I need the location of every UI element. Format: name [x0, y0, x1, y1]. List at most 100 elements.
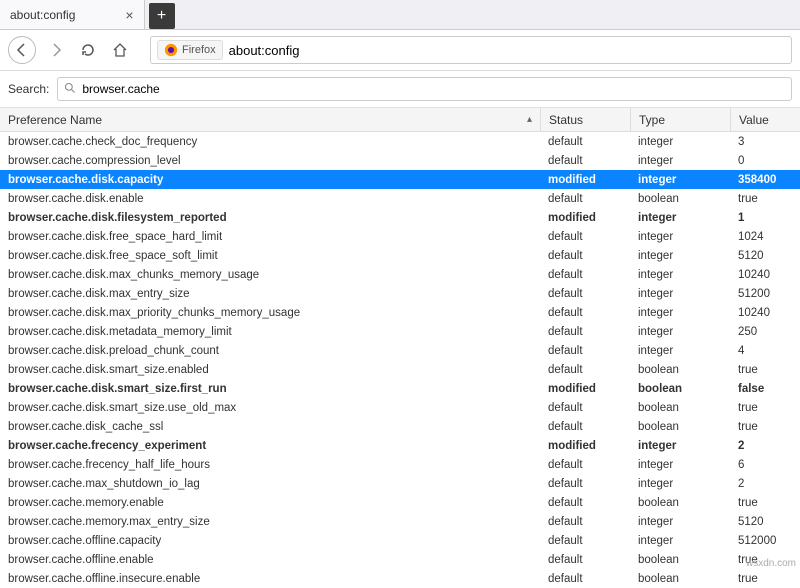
home-button[interactable]	[108, 38, 132, 62]
table-row[interactable]: browser.cache.disk.smart_size.use_old_ma…	[0, 398, 800, 417]
pref-status: default	[540, 193, 630, 205]
pref-value: false	[730, 383, 800, 395]
reload-button[interactable]	[76, 38, 100, 62]
pref-name: browser.cache.disk.max_chunks_memory_usa…	[0, 269, 540, 281]
table-row[interactable]: browser.cache.disk.max_chunks_memory_usa…	[0, 265, 800, 284]
table-row[interactable]: browser.cache.disk.smart_size.enableddef…	[0, 360, 800, 379]
pref-status: default	[540, 231, 630, 243]
url-input[interactable]	[229, 43, 785, 58]
table-row[interactable]: browser.cache.disk.capacitymodifiedinteg…	[0, 170, 800, 189]
table-row[interactable]: browser.cache.disk.smart_size.first_runm…	[0, 379, 800, 398]
pref-status: modified	[540, 174, 630, 186]
table-row[interactable]: browser.cache.disk.metadata_memory_limit…	[0, 322, 800, 341]
pref-value: true	[730, 421, 800, 433]
pref-value: true	[730, 402, 800, 414]
table-row[interactable]: browser.cache.disk.preload_chunk_countde…	[0, 341, 800, 360]
table-row[interactable]: browser.cache.disk.max_entry_sizedefault…	[0, 284, 800, 303]
pref-name: browser.cache.disk_cache_ssl	[0, 421, 540, 433]
pref-value: 5120	[730, 516, 800, 528]
table-row[interactable]: browser.cache.check_doc_frequencydefault…	[0, 132, 800, 151]
pref-name: browser.cache.disk.free_space_hard_limit	[0, 231, 540, 243]
pref-status: default	[540, 307, 630, 319]
pref-status: modified	[540, 383, 630, 395]
pref-value: 1	[730, 212, 800, 224]
table-row[interactable]: browser.cache.disk.free_space_hard_limit…	[0, 227, 800, 246]
pref-name: browser.cache.disk.free_space_soft_limit	[0, 250, 540, 262]
pref-name: browser.cache.frecency_experiment	[0, 440, 540, 452]
pref-type: boolean	[630, 497, 730, 509]
pref-value: 2	[730, 478, 800, 490]
pref-name: browser.cache.frecency_half_life_hours	[0, 459, 540, 471]
pref-status: default	[540, 402, 630, 414]
pref-value: 5120	[730, 250, 800, 262]
pref-status: default	[540, 554, 630, 566]
pref-status: default	[540, 535, 630, 547]
search-label: Search:	[8, 82, 49, 96]
table-row[interactable]: browser.cache.offline.insecure.enabledef…	[0, 569, 800, 588]
browser-tab[interactable]: about:config ×	[0, 0, 145, 29]
new-tab-area: +	[145, 0, 175, 29]
home-icon	[112, 42, 128, 58]
column-header-type[interactable]: Type	[630, 108, 730, 131]
table-row[interactable]: browser.cache.disk.filesystem_reportedmo…	[0, 208, 800, 227]
pref-type: integer	[630, 478, 730, 490]
pref-value: 6	[730, 459, 800, 471]
pref-name: browser.cache.disk.max_entry_size	[0, 288, 540, 300]
table-row[interactable]: browser.cache.memory.max_entry_sizedefau…	[0, 512, 800, 531]
pref-name: browser.cache.disk.enable	[0, 193, 540, 205]
pref-name: browser.cache.offline.capacity	[0, 535, 540, 547]
pref-status: default	[540, 459, 630, 471]
pref-status: default	[540, 326, 630, 338]
new-tab-button[interactable]: +	[149, 3, 175, 29]
search-box[interactable]	[57, 77, 792, 101]
close-icon[interactable]: ×	[125, 7, 133, 23]
pref-name: browser.cache.check_doc_frequency	[0, 136, 540, 148]
pref-type: integer	[630, 136, 730, 148]
pref-value: 51200	[730, 288, 800, 300]
pref-value: 1024	[730, 231, 800, 243]
pref-name: browser.cache.disk.metadata_memory_limit	[0, 326, 540, 338]
pref-type: integer	[630, 250, 730, 262]
table-row[interactable]: browser.cache.memory.enabledefaultboolea…	[0, 493, 800, 512]
pref-name: browser.cache.disk.capacity	[0, 174, 540, 186]
table-row[interactable]: browser.cache.compression_leveldefaultin…	[0, 151, 800, 170]
pref-value: true	[730, 364, 800, 376]
pref-status: modified	[540, 212, 630, 224]
pref-value: 0	[730, 155, 800, 167]
column-header-status[interactable]: Status	[540, 108, 630, 131]
back-button[interactable]	[8, 36, 36, 64]
identity-badge[interactable]: Firefox	[157, 40, 223, 60]
pref-type: integer	[630, 535, 730, 547]
pref-status: default	[540, 288, 630, 300]
table-row[interactable]: browser.cache.frecency_experimentmodifie…	[0, 436, 800, 455]
table-row[interactable]: browser.cache.frecency_half_life_hoursde…	[0, 455, 800, 474]
pref-type: integer	[630, 516, 730, 528]
preferences-table: Preference Name ▴ Status Type Value brow…	[0, 108, 800, 588]
pref-status: default	[540, 136, 630, 148]
search-icon	[64, 82, 76, 97]
table-body: browser.cache.check_doc_frequencydefault…	[0, 132, 800, 588]
pref-status: default	[540, 345, 630, 357]
table-row[interactable]: browser.cache.disk.enabledefaultbooleant…	[0, 189, 800, 208]
url-bar[interactable]: Firefox	[150, 36, 792, 64]
table-row[interactable]: browser.cache.disk.max_priority_chunks_m…	[0, 303, 800, 322]
column-header-value[interactable]: Value	[730, 108, 800, 131]
column-label: Preference Name	[8, 113, 102, 127]
search-input[interactable]	[82, 82, 785, 96]
forward-button[interactable]	[44, 38, 68, 62]
table-row[interactable]: browser.cache.offline.capacitydefaultint…	[0, 531, 800, 550]
table-row[interactable]: browser.cache.disk_cache_ssldefaultboole…	[0, 417, 800, 436]
table-row[interactable]: browser.cache.disk.free_space_soft_limit…	[0, 246, 800, 265]
pref-name: browser.cache.disk.smart_size.enabled	[0, 364, 540, 376]
pref-type: boolean	[630, 573, 730, 585]
table-row[interactable]: browser.cache.offline.enabledefaultboole…	[0, 550, 800, 569]
table-row[interactable]: browser.cache.max_shutdown_io_lagdefault…	[0, 474, 800, 493]
pref-name: browser.cache.offline.enable	[0, 554, 540, 566]
pref-value: 3	[730, 136, 800, 148]
column-header-name[interactable]: Preference Name ▴	[0, 113, 540, 127]
pref-status: default	[540, 421, 630, 433]
pref-status: default	[540, 250, 630, 262]
nav-toolbar: Firefox	[0, 30, 800, 71]
pref-value: true	[730, 193, 800, 205]
identity-label: Firefox	[182, 44, 216, 56]
